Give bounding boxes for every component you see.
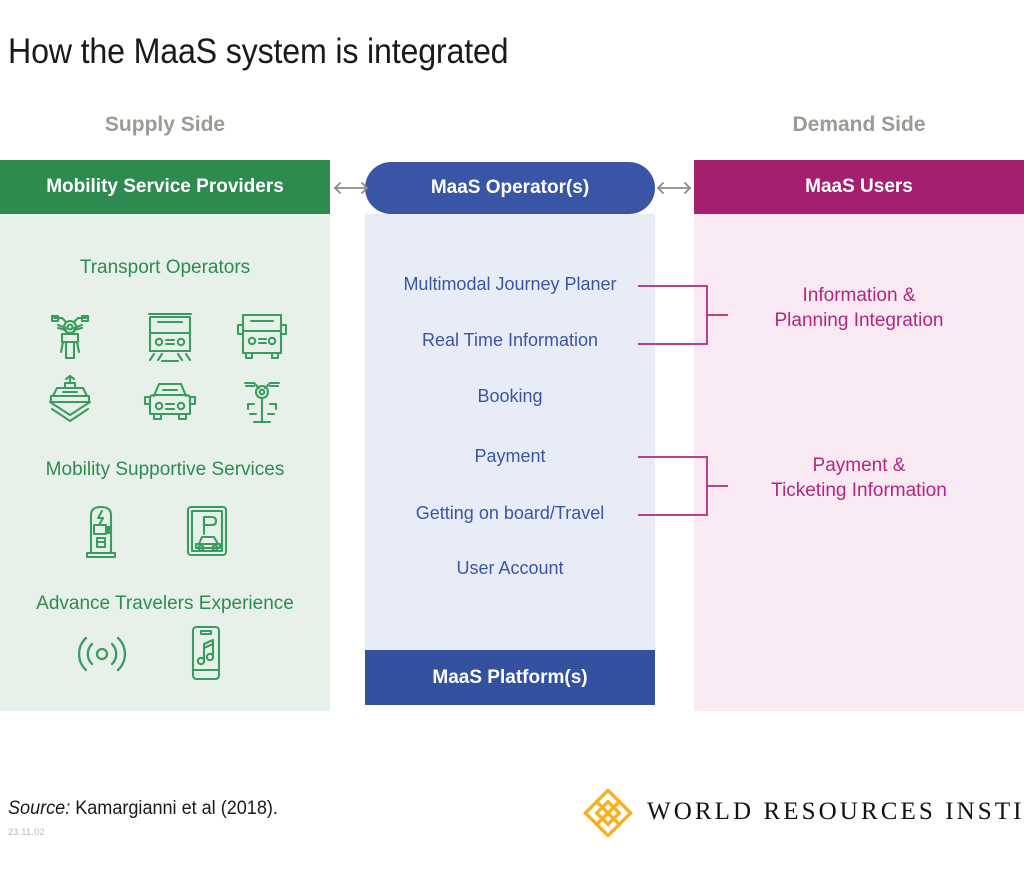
ferry-icon	[32, 370, 108, 432]
operator-function-getting-on-board-travel: Getting on board/Travel	[415, 503, 605, 523]
wireless-signal-icon	[72, 626, 132, 682]
demand-label-line1: Information &	[802, 285, 916, 306]
demand-label-line2: Ticketing Information	[771, 480, 947, 501]
bus-icon	[224, 305, 300, 367]
demand-side-caption: Demand Side	[792, 113, 926, 136]
operator-function-user-account: User Account	[456, 558, 564, 578]
source-text: Kamargianni et al (2018).	[75, 798, 278, 819]
source-line: Source: Kamargianni et al (2018).	[8, 798, 278, 820]
parking-sign-icon	[175, 500, 239, 564]
wri-wordmark: WORLD RESOURCES INSTITUTE	[647, 798, 1024, 825]
maas-users-header: MaaS Users	[694, 160, 1024, 214]
car-icon	[132, 370, 208, 432]
demand-label-line1: Payment &	[812, 455, 906, 476]
group-title-advance-travelers-experience: Advance Travelers Experience	[36, 593, 294, 614]
maas-platform-footer: MaaS Platform(s)	[365, 650, 655, 705]
train-icon	[132, 305, 208, 367]
bicycle-icon	[224, 370, 300, 432]
wri-logo-mark	[582, 787, 634, 839]
slide-canvas: How the MaaS system is integrated Supply…	[0, 0, 1024, 889]
ev-charging-station-icon	[69, 500, 133, 564]
operator-function-real-time-information: Real Time Information	[421, 330, 599, 350]
date-code: 23.11.02	[8, 827, 45, 837]
operator-function-multimodal-journey-planer: Multimodal Journey Planer	[403, 274, 617, 294]
operator-function-payment: Payment	[474, 446, 546, 466]
wri-logo: WORLD RESOURCES INSTITUTE	[582, 787, 1024, 839]
demand-label-payment-ticketing: Payment & Ticketing Information	[694, 453, 1024, 503]
page-title: How the MaaS system is integrated	[8, 32, 509, 71]
maas-operator-header: MaaS Operator(s)	[365, 162, 655, 214]
operator-function-booking: Booking	[477, 386, 543, 406]
connector-arrow-left	[329, 175, 373, 201]
group-title-mobility-supportive-services: Mobility Supportive Services	[45, 459, 285, 480]
group-title-transport-operators: Transport Operators	[79, 257, 251, 278]
mobility-service-providers-header: Mobility Service Providers	[0, 160, 330, 214]
supply-side-caption: Supply Side	[104, 113, 226, 136]
demand-label-line2: Planning Integration	[774, 310, 944, 331]
source-label: Source:	[8, 798, 71, 819]
motorcycle-icon	[32, 305, 108, 367]
phone-music-icon	[180, 622, 232, 684]
demand-label-information-planning: Information & Planning Integration	[694, 283, 1024, 333]
connector-arrow-right	[652, 175, 696, 201]
